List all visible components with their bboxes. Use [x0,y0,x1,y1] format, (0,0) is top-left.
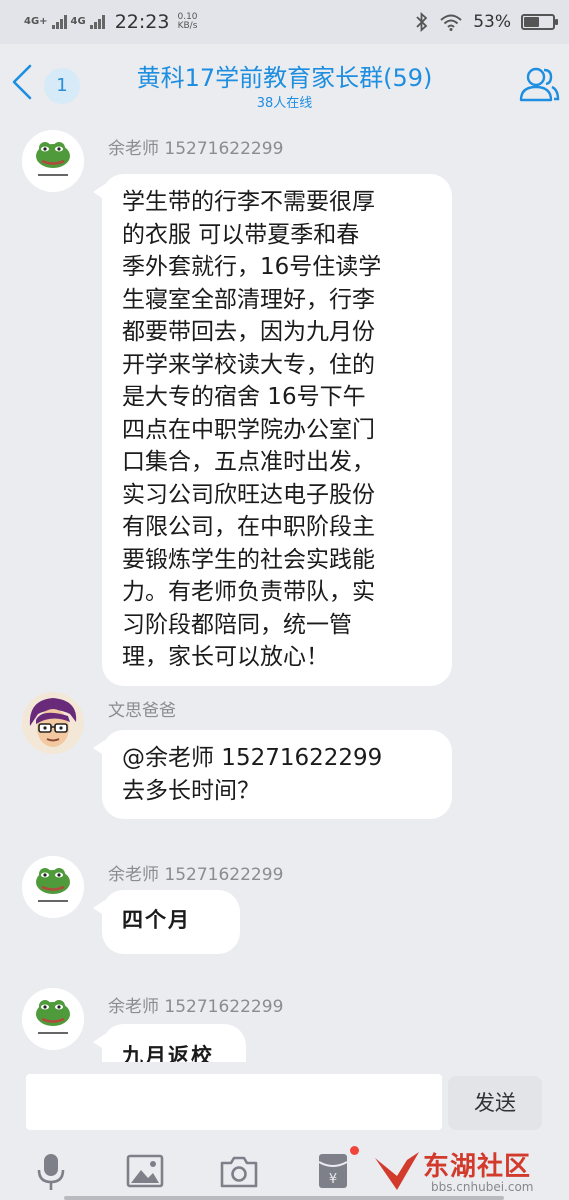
red-packet-button[interactable]: ¥ [312,1146,359,1192]
sender-avatar[interactable] [22,130,84,192]
status-left: 4G+ 4G 22:23 0.10 KB/s [24,11,198,33]
watermark-text: 东湖社区 [423,1152,532,1182]
sender-name: 余老师 15271622299 [108,139,284,159]
signal-bars-1-icon [51,15,67,29]
site-watermark: 东湖社区 bbs.cnhubei.com [371,1144,561,1200]
wifi-icon [440,14,462,31]
message-line: 是大专的宿舍 16号下午 [122,384,366,410]
message-bubble[interactable]: 四个月 [93,890,240,954]
net-speed: 0.10 KB/s [177,13,197,31]
status-right: 53% [415,12,558,32]
message-line: 理，家长可以放心！ [122,644,329,670]
message-input[interactable] [26,1074,442,1130]
group-members-icon [519,67,560,102]
group-members-button[interactable] [515,62,561,108]
sender-avatar[interactable] [22,856,84,918]
online-count: 38人在线 [256,96,313,111]
camera-button[interactable] [218,1150,260,1192]
message-line: 有限公司，在中职阶段主 [122,514,375,540]
message-line: 的衣服 可以带夏季和春 [122,221,360,248]
watermark-logo-icon [375,1152,419,1190]
frog-sticker-avatar-icon [22,130,84,192]
send-button[interactable]: 发送 [448,1076,542,1130]
status-bar: 4G+ 4G 22:23 0.10 KB/s 53% [0,0,569,44]
frog-sticker-avatar-icon [22,988,84,1050]
message-line: 四点在中职学院办公室门 [122,416,375,443]
sender-name: 余老师 15271622299 [108,997,284,1017]
message-bubble[interactable]: @余老师 15271622299 去多长时间？ [93,730,452,819]
message-bubble[interactable]: 学生带的行李不需要很厚 的衣服 可以带夏季和春 季外套就行，16号住读学 生寝室… [93,174,452,686]
group-title: 黄科17学前教育家长群(59) [136,64,433,92]
sender-avatar[interactable] [22,988,84,1050]
sender-name: 余老师 15271622299 [108,865,284,885]
notification-dot [350,1146,359,1155]
input-bar: 发送 [0,1062,569,1142]
message-line: 季外套就行，16号住读学 [122,254,382,280]
voice-button[interactable] [30,1150,72,1192]
frog-sticker-avatar-icon [22,856,84,918]
microphone-icon [37,1154,65,1190]
message-line: 生寝室全部清理好，行李 [122,286,375,313]
message-line: 要锻炼学生的社会实践能 [122,546,375,573]
message-line: @余老师 15271622299 [122,745,383,771]
message-line: 口集合，五点准时出发， [122,449,375,475]
chat-header: 1 黄科17学前教育家长群(59) 38人在线 [0,44,569,122]
signal-type-1: 4G+ [24,16,48,27]
gesture-bar [64,1196,504,1200]
image-button[interactable] [124,1150,166,1192]
message-line: 习阶段都陪同，统一管 [122,611,352,638]
svg-text:¥: ¥ [329,1172,337,1187]
message-line: 都要带回去，因为九月份 [122,319,375,345]
watermark-url: bbs.cnhubei.com [431,1180,534,1194]
message-line: 学生带的行李不需要很厚 [122,189,375,215]
battery-icon [521,14,558,30]
signal-type-2: 4G [70,16,86,27]
input-toolbar: ¥ 东湖社区 bbs.cnhubei.com [0,1142,569,1200]
signal-bars-2-icon [89,15,105,29]
red-packet-icon: ¥ [318,1154,348,1188]
message-line: 力。有老师负责带队，实 [122,579,375,605]
bluetooth-icon [416,12,428,32]
sender-avatar[interactable] [22,692,84,754]
message-line: 九月返校 [122,1043,214,1062]
cartoon-man-avatar-icon [22,692,84,754]
message-line: 去多长时间？ [122,777,260,804]
image-icon [126,1154,164,1188]
sender-name: 文思爸爸 [108,701,176,721]
message-line: 实习公司欣旺达电子股份 [122,481,375,508]
message-line: 开学来学校读大专，住的 [122,351,375,378]
camera-icon [220,1156,258,1188]
battery-percent: 53% [473,12,511,32]
chat-messages[interactable]: 余老师 15271622299 学生带的行李不需要很厚 的衣服 可以带夏季和春 … [0,122,569,1062]
message-line: 四个月 [122,907,191,932]
battery-fill [524,17,539,27]
net-speed-unit: KB/s [177,21,198,31]
message-bubble[interactable]: 九月返校 [93,1024,246,1062]
clock: 22:23 [114,11,170,33]
